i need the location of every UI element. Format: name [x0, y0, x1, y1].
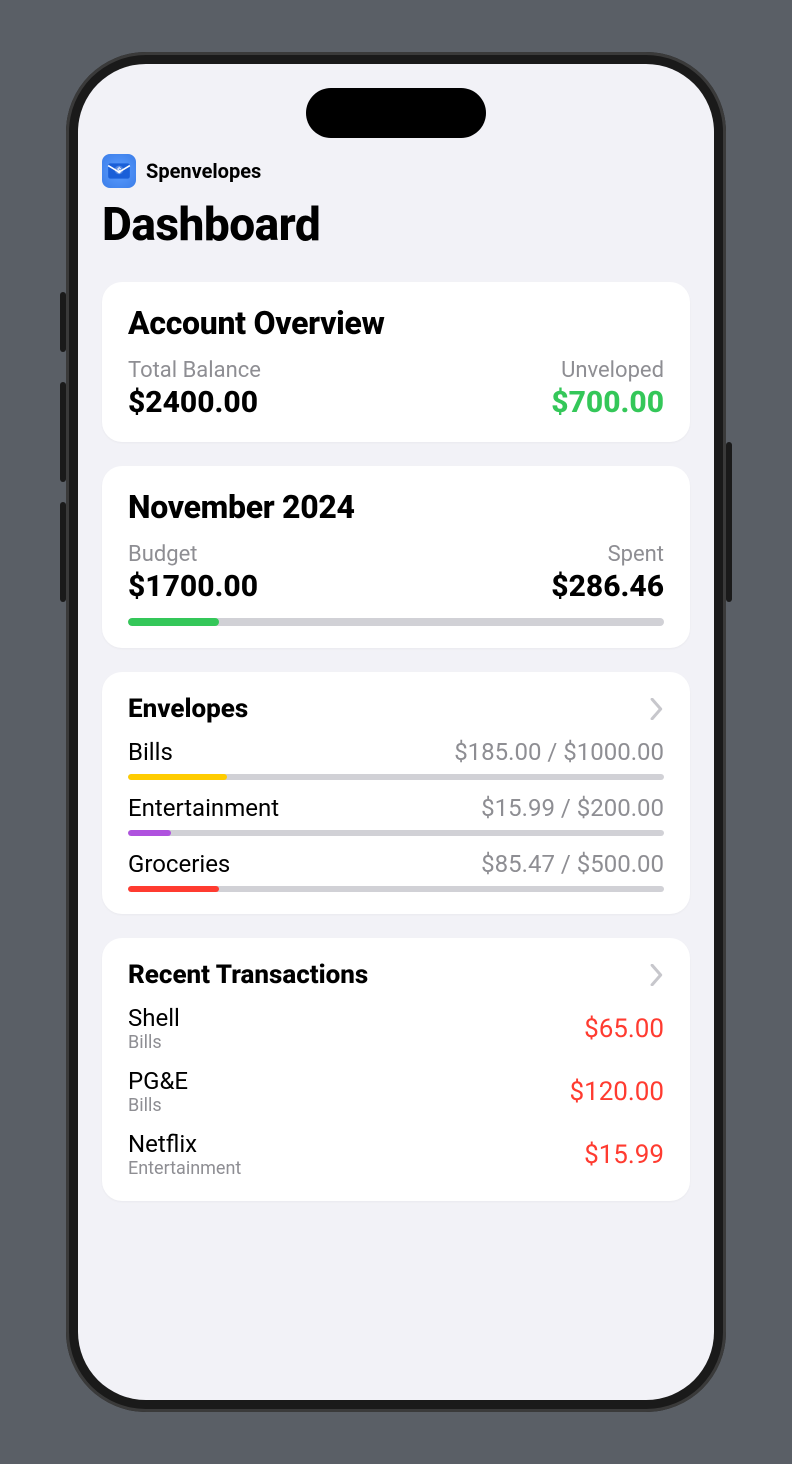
side-button [60, 292, 66, 352]
svg-text:$: $ [117, 166, 121, 175]
total-balance-value: $2400.00 [128, 385, 261, 420]
app-icon: $ [102, 154, 136, 188]
spent-value: $286.46 [551, 569, 664, 604]
month-title: November 2024 [128, 488, 664, 526]
envelope-progress-fill [128, 830, 171, 836]
transaction-name: Shell [128, 1004, 180, 1032]
account-overview-card[interactable]: Account Overview Total Balance $2400.00 … [102, 282, 690, 442]
month-stats-row: Budget $1700.00 Spent $286.46 [128, 542, 664, 604]
transaction-name: Netflix [128, 1130, 241, 1158]
envelopes-list: Bills $185.00 / $1000.00 Entertainment $15.… [128, 738, 664, 892]
envelope-amount: $85.47 / $500.00 [481, 850, 664, 878]
unveloped-stat: Unveloped $700.00 [551, 358, 664, 420]
month-card[interactable]: November 2024 Budget $1700.00 Spent $286… [102, 466, 690, 648]
transaction-amount: $120.00 [569, 1077, 664, 1107]
side-button [60, 382, 66, 482]
spent-label: Spent [551, 542, 664, 567]
envelope-name: Bills [128, 738, 173, 766]
spent-stat: Spent $286.46 [551, 542, 664, 604]
transaction-row[interactable]: NetflixEntertainment $15.99 [128, 1130, 664, 1179]
month-progress-bar [128, 618, 664, 626]
transactions-header: Recent Transactions [128, 960, 664, 990]
app-content: $ Spenvelopes Dashboard Account Overview… [78, 64, 714, 1400]
envelopes-title: Envelopes [128, 694, 248, 724]
envelope-progress-bar [128, 774, 664, 780]
transaction-row[interactable]: ShellBills $65.00 [128, 1004, 664, 1053]
envelope-row[interactable]: Entertainment $15.99 / $200.00 [128, 794, 664, 836]
transaction-category: Bills [128, 1032, 180, 1053]
unveloped-label: Unveloped [551, 358, 664, 383]
envelope-row[interactable]: Groceries $85.47 / $500.00 [128, 850, 664, 892]
overview-stats-row: Total Balance $2400.00 Unveloped $700.00 [128, 358, 664, 420]
unveloped-value: $700.00 [551, 385, 664, 420]
envelope-row[interactable]: Bills $185.00 / $1000.00 [128, 738, 664, 780]
phone-screen: $ Spenvelopes Dashboard Account Overview… [78, 64, 714, 1400]
envelope-header: Entertainment $15.99 / $200.00 [128, 794, 664, 822]
envelope-amount: $185.00 / $1000.00 [454, 738, 664, 766]
envelope-progress-fill [128, 886, 219, 892]
envelopes-header: Envelopes [128, 694, 664, 724]
transaction-info: NetflixEntertainment [128, 1130, 241, 1179]
envelopes-card[interactable]: Envelopes Bills $185.00 / $1000.00 Enterta… [102, 672, 690, 914]
envelope-dollar-icon: $ [106, 158, 132, 184]
chevron-right-icon[interactable] [650, 964, 664, 986]
envelope-progress-bar [128, 830, 664, 836]
transaction-row[interactable]: PG&EBills $120.00 [128, 1067, 664, 1116]
transaction-amount: $15.99 [584, 1140, 664, 1170]
transactions-card[interactable]: Recent Transactions ShellBills$65.00PG&E… [102, 938, 690, 1201]
envelope-header: Groceries $85.47 / $500.00 [128, 850, 664, 878]
envelope-amount: $15.99 / $200.00 [481, 794, 664, 822]
transaction-category: Entertainment [128, 1158, 241, 1179]
transactions-title: Recent Transactions [128, 960, 368, 990]
total-balance-stat: Total Balance $2400.00 [128, 358, 261, 420]
budget-value: $1700.00 [128, 569, 258, 604]
page-title: Dashboard [102, 198, 690, 252]
budget-stat: Budget $1700.00 [128, 542, 258, 604]
chevron-right-icon[interactable] [650, 698, 664, 720]
envelope-progress-bar [128, 886, 664, 892]
app-name: Spenvelopes [146, 159, 261, 183]
app-header: $ Spenvelopes [102, 154, 690, 188]
transaction-name: PG&E [128, 1067, 188, 1095]
budget-label: Budget [128, 542, 258, 567]
envelope-name: Entertainment [128, 794, 279, 822]
month-progress-fill [128, 618, 219, 626]
dynamic-island [306, 88, 486, 138]
envelope-progress-fill [128, 774, 227, 780]
transactions-list: ShellBills$65.00PG&EBills$120.00NetflixE… [128, 1004, 664, 1179]
transaction-info: PG&EBills [128, 1067, 188, 1116]
envelope-header: Bills $185.00 / $1000.00 [128, 738, 664, 766]
phone-frame: $ Spenvelopes Dashboard Account Overview… [66, 52, 726, 1412]
transaction-category: Bills [128, 1095, 188, 1116]
side-button [60, 502, 66, 602]
envelope-name: Groceries [128, 850, 230, 878]
transaction-amount: $65.00 [584, 1014, 664, 1044]
account-overview-title: Account Overview [128, 304, 664, 342]
total-balance-label: Total Balance [128, 358, 261, 383]
side-button [726, 442, 732, 602]
transaction-info: ShellBills [128, 1004, 180, 1053]
